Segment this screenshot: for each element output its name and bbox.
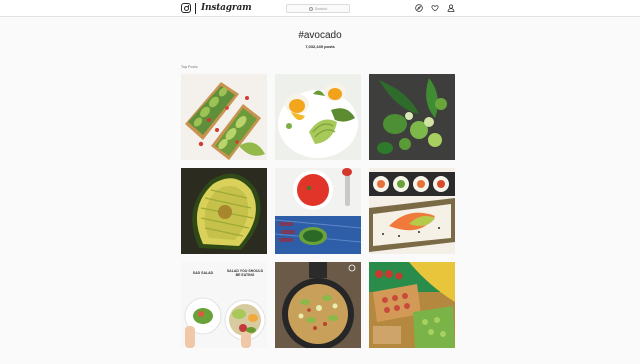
instagram-glyph-icon[interactable]: [181, 3, 191, 13]
search-icon: [308, 6, 313, 11]
search-input[interactable]: Search: [286, 4, 350, 13]
post-caption-left: SAD SALAD: [192, 271, 214, 275]
post-thumbnail-sliced-avocado[interactable]: [181, 168, 267, 254]
top-navigation-bar: Instagram Search: [0, 0, 640, 17]
post-count: 7,032,249 posts: [305, 44, 335, 49]
hashtag-title: #avocado: [298, 30, 342, 41]
top-posts-label: Top Posts: [181, 65, 198, 69]
post-thumbnail-avocado-platter[interactable]: [369, 262, 455, 348]
top-posts-grid: SAD SALAD SALAD YOU SHOULD BE EATING: [181, 74, 455, 348]
post-thumbnail-green-vegetables[interactable]: [369, 74, 455, 160]
post-thumbnail-salad-comparison[interactable]: SAD SALAD SALAD YOU SHOULD BE EATING: [181, 262, 267, 348]
instagram-wordmark[interactable]: Instagram: [201, 2, 252, 14]
post-thumbnail-eggs-avocado[interactable]: [275, 74, 361, 160]
logo-divider: [195, 3, 196, 14]
search-placeholder: Search: [314, 5, 328, 11]
compass-icon[interactable]: [415, 4, 423, 12]
person-icon[interactable]: [447, 4, 455, 12]
post-thumbnail-sushi[interactable]: [369, 168, 455, 254]
post-thumbnail-tomato-soup[interactable]: [275, 168, 361, 254]
post-thumbnail-avocado-toast[interactable]: [181, 74, 267, 160]
post-thumbnail-skillet-dish[interactable]: [275, 262, 361, 348]
heart-icon[interactable]: [431, 4, 439, 12]
post-caption-right: SALAD YOU SHOULD BE EATING: [226, 269, 264, 277]
